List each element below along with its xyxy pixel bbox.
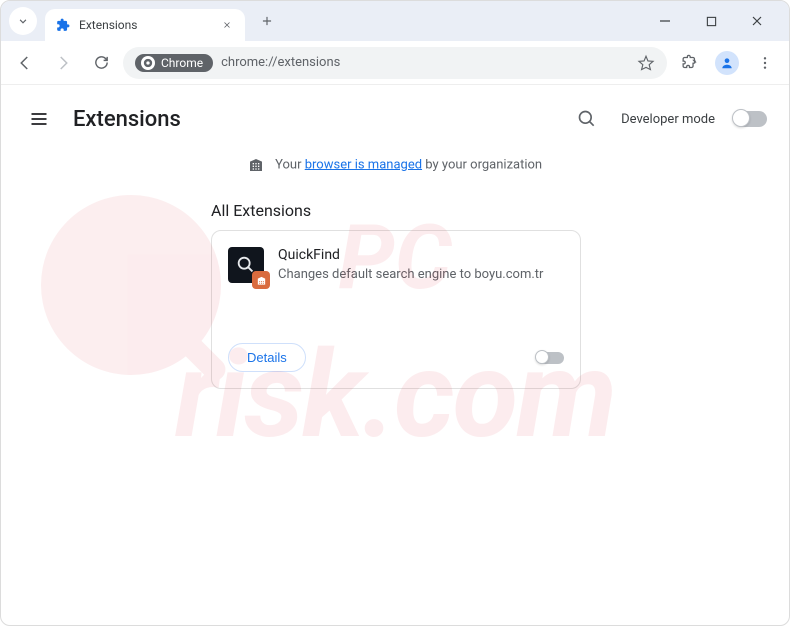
nav-reload-button[interactable]	[85, 47, 117, 79]
close-icon	[751, 15, 763, 27]
more-vertical-icon	[757, 55, 773, 71]
search-extensions-button[interactable]	[571, 103, 603, 135]
hamburger-icon	[29, 109, 49, 129]
extensions-menu-button[interactable]	[673, 47, 705, 79]
avatar-icon	[715, 51, 739, 75]
page-title: Extensions	[73, 107, 181, 132]
main-menu-button[interactable]	[23, 103, 55, 135]
tab-search-button[interactable]	[9, 7, 37, 35]
managed-prefix: Your	[275, 157, 305, 172]
omnibox-url: chrome://extensions	[221, 55, 629, 70]
close-tab-button[interactable]	[219, 17, 235, 33]
section-title: All Extensions	[211, 201, 789, 230]
bookmark-button[interactable]	[637, 54, 655, 72]
puzzle-piece-icon	[55, 17, 71, 33]
profile-button[interactable]	[711, 47, 743, 79]
star-icon	[637, 54, 655, 72]
building-icon	[248, 157, 264, 173]
plus-icon	[260, 14, 274, 28]
window-minimize-button[interactable]	[653, 9, 677, 33]
arrow-left-icon	[16, 54, 34, 72]
new-tab-button[interactable]	[253, 7, 281, 35]
maximize-icon	[706, 16, 717, 27]
managed-notice: Your browser is managed by your organiza…	[1, 143, 789, 201]
details-button[interactable]: Details	[228, 343, 306, 372]
nav-back-button[interactable]	[9, 47, 41, 79]
managed-badge-icon	[252, 271, 270, 289]
extension-card: QuickFind Changes default search engine …	[211, 230, 581, 389]
browser-tab[interactable]: Extensions	[45, 9, 245, 41]
managed-suffix: by your organization	[422, 157, 542, 172]
minimize-icon	[659, 15, 671, 27]
extension-icon	[228, 247, 264, 283]
search-icon	[577, 109, 597, 129]
puzzle-piece-icon	[681, 54, 698, 71]
nav-forward-button[interactable]	[47, 47, 79, 79]
developer-mode-toggle[interactable]	[733, 111, 767, 127]
chevron-down-icon	[16, 14, 30, 28]
close-icon	[222, 20, 232, 30]
arrow-right-icon	[54, 54, 72, 72]
chrome-icon	[141, 56, 155, 70]
chrome-menu-button[interactable]	[749, 47, 781, 79]
tab-title: Extensions	[79, 18, 219, 32]
window-maximize-button[interactable]	[699, 9, 723, 33]
extension-toggle[interactable]	[536, 352, 564, 364]
extension-name: QuickFind	[278, 247, 543, 263]
managed-link[interactable]: browser is managed	[305, 157, 422, 172]
site-chip: Chrome	[135, 54, 213, 72]
developer-mode-label: Developer mode	[621, 112, 715, 127]
reload-icon	[93, 54, 110, 71]
site-chip-label: Chrome	[161, 56, 203, 70]
omnibox[interactable]: Chrome chrome://extensions	[123, 47, 667, 79]
extension-description: Changes default search engine to boyu.co…	[278, 267, 543, 282]
window-close-button[interactable]	[745, 9, 769, 33]
